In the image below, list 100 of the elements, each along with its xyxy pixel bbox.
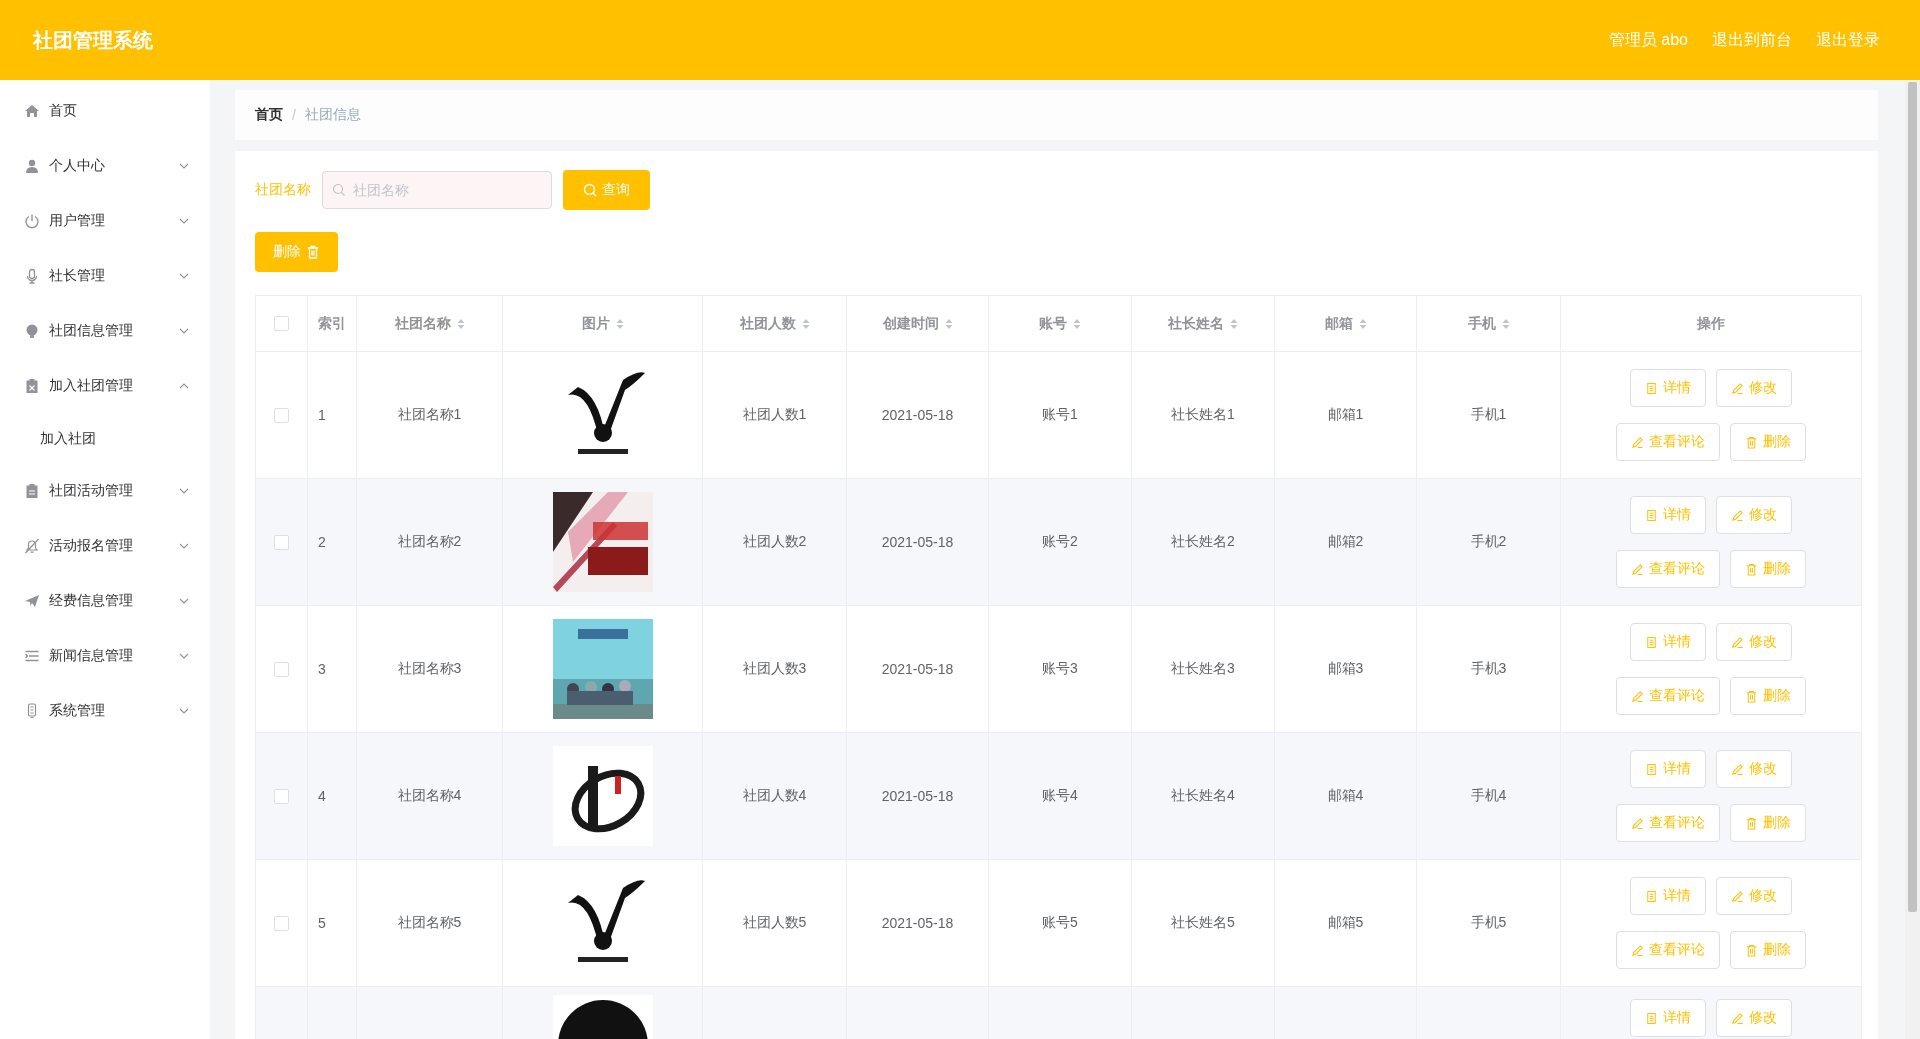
delete-row-button[interactable]: 删除 (1730, 804, 1806, 842)
table-cell: 社团名称2 (397, 533, 462, 551)
sort-icon[interactable] (801, 317, 810, 330)
table-cell: 邮箱2 (1327, 533, 1364, 551)
trash-icon (1745, 562, 1758, 576)
edit-button[interactable]: 修改 (1716, 369, 1792, 407)
search-field[interactable]: 社团名称 (322, 171, 552, 209)
row-checkbox[interactable] (274, 661, 289, 677)
sidebar-item[interactable]: 新闻信息管理 (0, 628, 210, 684)
edit-button[interactable]: 修改 (1716, 999, 1792, 1037)
pencil-icon (1631, 816, 1644, 830)
edit-button[interactable]: 修改 (1716, 750, 1792, 788)
sort-icon[interactable] (1230, 317, 1238, 330)
sidebar-item[interactable]: 首页 (0, 83, 210, 139)
sort-icon[interactable] (1358, 317, 1367, 330)
table-cell: 账号4 (1042, 787, 1078, 805)
detail-button[interactable]: 详情 (1630, 496, 1706, 534)
sidebar-subitem[interactable]: 加入社团 (0, 414, 210, 464)
document-icon (1645, 635, 1658, 649)
delete-row-button[interactable]: 删除 (1730, 550, 1806, 588)
pencil-icon (1731, 889, 1744, 903)
header-link[interactable]: 退出到前台 (1712, 29, 1792, 51)
trash-icon (1745, 816, 1758, 830)
comments-button[interactable]: 查看评论 (1616, 677, 1720, 715)
table-cell: 手机2 (1470, 533, 1507, 551)
comments-button[interactable]: 查看评论 (1616, 423, 1720, 461)
list-icon (24, 648, 40, 664)
query-button[interactable]: 查询 (563, 170, 650, 210)
table-cell: 社团人数2 (742, 533, 807, 551)
breadcrumb-separator: / (292, 107, 296, 123)
sort-icon[interactable] (615, 317, 624, 330)
app-title: 社团管理系统 (33, 27, 153, 53)
column-header[interactable]: 手机 (1467, 314, 1510, 333)
column-header[interactable]: 账号 (1039, 314, 1081, 333)
column-header[interactable]: 图片 (581, 314, 624, 333)
sort-icon[interactable] (1501, 317, 1510, 330)
sidebar-item[interactable]: 经费信息管理 (0, 573, 210, 629)
comments-button[interactable]: 查看评论 (1616, 804, 1720, 842)
edit-button[interactable]: 修改 (1716, 877, 1792, 915)
search-icon (583, 183, 597, 197)
pencil-icon (1631, 689, 1644, 703)
column-header[interactable]: 社长姓名 (1168, 314, 1238, 333)
row-checkbox[interactable] (274, 534, 289, 550)
row-index: 4 (318, 788, 326, 804)
scrollbar[interactable] (1905, 80, 1920, 1039)
edit-button[interactable]: 修改 (1716, 496, 1792, 534)
breadcrumb-item: 社团信息 (304, 106, 361, 124)
sidebar-item[interactable]: 活动报名管理 (0, 518, 210, 574)
detail-button[interactable]: 详情 (1630, 877, 1706, 915)
trash-icon (1745, 689, 1758, 703)
table-cell: 社团名称5 (397, 914, 462, 932)
table-cell: 手机3 (1470, 660, 1507, 678)
comments-button[interactable]: 查看评论 (1616, 550, 1720, 588)
pencil-icon (1731, 381, 1744, 395)
bell-off-icon (24, 538, 40, 554)
row-checkbox[interactable] (274, 407, 289, 423)
sort-icon[interactable] (1073, 317, 1081, 330)
detail-button[interactable]: 详情 (1630, 623, 1706, 661)
sidebar-item[interactable]: 个人中心 (0, 138, 210, 194)
document-icon (1645, 889, 1658, 903)
column-header[interactable]: 创建时间 (882, 314, 953, 333)
delete-button[interactable]: 删除 (255, 232, 338, 272)
row-checkbox[interactable] (274, 915, 289, 931)
table-cell: 2021-05-18 (881, 915, 954, 931)
delete-row-button[interactable]: 删除 (1730, 677, 1806, 715)
detail-button[interactable]: 详情 (1630, 999, 1706, 1037)
delete-row-button[interactable]: 删除 (1730, 423, 1806, 461)
delete-row-button[interactable]: 删除 (1730, 931, 1806, 969)
header-link[interactable]: 退出登录 (1816, 29, 1880, 51)
admin-link[interactable]: 管理员 abo (1608, 29, 1688, 51)
sidebar-item[interactable]: 系统管理 (0, 683, 210, 739)
edit-button[interactable]: 修改 (1716, 623, 1792, 661)
trash-icon (1745, 435, 1758, 449)
sort-icon[interactable] (944, 317, 953, 330)
sidebar-item[interactable]: 社长管理 (0, 248, 210, 304)
sidebar-item[interactable]: 社团活动管理 (0, 463, 210, 519)
clipboard-icon (24, 378, 40, 394)
sort-icon[interactable] (456, 317, 465, 330)
column-header[interactable]: 邮箱 (1324, 314, 1367, 333)
table-cell: 2021-05-18 (881, 534, 954, 550)
table-cell: 账号3 (1042, 660, 1078, 678)
table-cell: 邮箱4 (1327, 787, 1364, 805)
table-cell: 社长姓名4 (1171, 787, 1235, 805)
select-all-checkbox[interactable] (274, 316, 289, 331)
sidebar-item[interactable]: 社团信息管理 (0, 303, 210, 359)
bulb-icon (24, 323, 40, 339)
document-icon (1645, 508, 1658, 522)
breadcrumb-item[interactable]: 首页 (255, 106, 283, 124)
row-checkbox[interactable] (274, 788, 289, 804)
detail-button[interactable]: 详情 (1630, 369, 1706, 407)
power-icon (24, 213, 40, 229)
table-cell: 账号5 (1042, 914, 1078, 932)
column-header[interactable]: 社团名称 (394, 314, 465, 333)
user-icon (24, 158, 40, 174)
comments-button[interactable]: 查看评论 (1616, 931, 1720, 969)
column-header[interactable]: 社团人数 (739, 314, 810, 333)
sidebar-item[interactable]: 用户管理 (0, 193, 210, 249)
sidebar-item[interactable]: 加入社团管理 (0, 358, 210, 414)
document-icon (1645, 762, 1658, 776)
detail-button[interactable]: 详情 (1630, 750, 1706, 788)
